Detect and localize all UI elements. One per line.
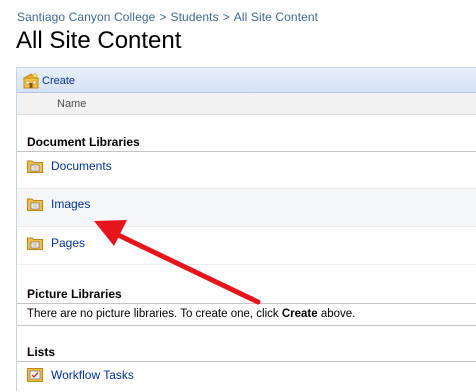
- section-picture-libraries: Picture Libraries: [17, 283, 476, 304]
- content-panel: Create Name Document Libraries Documents: [16, 67, 476, 391]
- page-title: All Site Content: [16, 27, 182, 54]
- section-title: Lists: [27, 345, 56, 359]
- task-list-icon: [27, 368, 43, 382]
- breadcrumb: Santiago Canyon College > Students > All Sit…: [17, 10, 318, 24]
- list-item-label[interactable]: Pages: [51, 236, 85, 250]
- create-button-label: Create: [42, 74, 76, 87]
- empty-message-prefix: There are no picture libraries. To creat…: [27, 308, 282, 320]
- empty-message-text: There are no picture libraries. To creat…: [27, 308, 355, 320]
- list-item-pages[interactable]: Pages: [17, 227, 476, 265]
- breadcrumb-separator: >: [159, 10, 167, 24]
- section-title: Picture Libraries: [27, 287, 122, 301]
- breadcrumb-site-link[interactable]: Santiago Canyon College: [17, 10, 155, 24]
- list-item-documents[interactable]: Documents: [17, 152, 476, 189]
- list-item-label[interactable]: Images: [51, 197, 90, 211]
- list-item-label[interactable]: Workflow Tasks: [51, 368, 134, 382]
- create-site-icon: [23, 72, 39, 88]
- empty-message-suffix: above.: [317, 308, 356, 320]
- section-document-libraries: Document Libraries: [17, 131, 476, 152]
- document-library-icon: [27, 237, 43, 250]
- create-button[interactable]: Create: [23, 72, 75, 89]
- list-item-label[interactable]: Documents: [51, 159, 112, 173]
- empty-message-create-link[interactable]: Create: [282, 308, 318, 320]
- list-item-images[interactable]: Images: [17, 189, 476, 227]
- empty-picture-libraries-message: There are no picture libraries. To creat…: [17, 304, 476, 326]
- section-title: Document Libraries: [27, 135, 140, 149]
- list-item-workflow-tasks[interactable]: Workflow Tasks: [17, 362, 476, 392]
- breadcrumb-current: All Site Content: [233, 10, 319, 24]
- document-library-icon: [27, 160, 43, 173]
- breadcrumb-separator: >: [222, 10, 230, 24]
- section-lists: Lists: [17, 341, 476, 362]
- breadcrumb-students-link[interactable]: Students: [171, 10, 219, 24]
- column-header-label: Name: [57, 98, 87, 110]
- toolbar: Create: [17, 68, 476, 93]
- column-header-name[interactable]: Name: [17, 93, 476, 115]
- document-library-icon: [27, 198, 43, 211]
